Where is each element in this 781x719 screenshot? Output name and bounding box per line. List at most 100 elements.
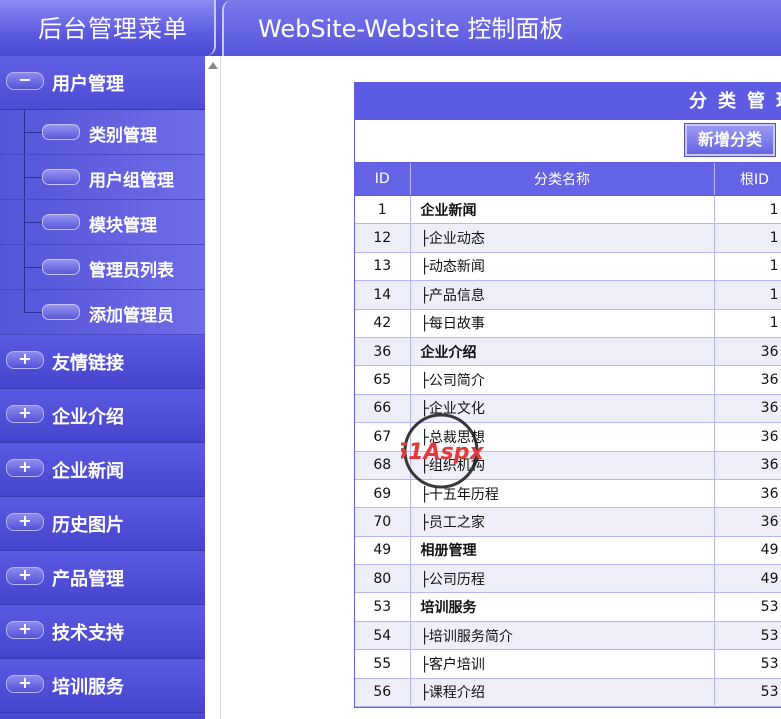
menu-title: 后台管理菜单 — [38, 15, 188, 43]
table-row[interactable]: 53 培训服务 53 — [355, 592, 781, 622]
table-row[interactable]: 42 ├每日故事 1 — [355, 309, 781, 338]
sidebar-submenu: 类别管理 用户组管理 模块管理 管理员列表 添加管理员 — [0, 110, 205, 335]
table-row[interactable]: 80 ├公司历程 49 — [355, 564, 781, 594]
sidebar-group-history-photos[interactable]: + 历史图片 — [0, 497, 205, 551]
cell-category-name: ├每日故事 — [410, 309, 715, 338]
sidebar-item-modules[interactable]: 模块管理 — [0, 200, 205, 245]
table-row[interactable]: 65 ├公司简介 36 — [355, 365, 781, 395]
category-panel: 分类管理 新增分类 ID 分类名称 根ID 1企业新闻112├企业动态113├动… — [354, 82, 781, 709]
cell-id: 53 — [355, 592, 411, 622]
sidebar-group-links[interactable]: + 友情链接 — [0, 335, 205, 389]
cell-category-name: 培训服务 — [410, 592, 715, 622]
sidebar-group-user-management[interactable]: − 用户管理 — [0, 56, 205, 110]
sidebar-item-label: 类别管理 — [89, 126, 157, 146]
sidebar-menu: − 用户管理 类别管理 用户组管理 模块管理 管理员列表 添加管理员 + 友情链… — [0, 56, 205, 719]
cell-root-id: 36 — [714, 365, 781, 395]
cell-root-id: 49 — [714, 564, 781, 594]
cell-id: 56 — [355, 678, 411, 708]
table-row[interactable]: 1 企业新闻 1 — [355, 195, 781, 225]
cell-category-name: ├员工之家 — [410, 507, 715, 537]
sidebar-group-label: 培训服务 — [52, 677, 124, 698]
cell-root-id: 53 — [714, 621, 781, 651]
cell-id: 14 — [355, 280, 411, 310]
cell-root-id: 36 — [714, 422, 781, 452]
collapse-icon[interactable]: − — [6, 70, 44, 90]
cell-category-name: 企业新闻 — [410, 195, 715, 225]
watermark-logo: 51Aspx — [401, 413, 484, 489]
sidebar-item-category-management[interactable]: 类别管理 — [0, 110, 205, 155]
cell-id: 49 — [355, 536, 411, 566]
table-row[interactable]: 36 企业介绍 36 — [355, 337, 781, 367]
pill-bullet-icon — [42, 304, 80, 320]
sidebar-group-tech-support[interactable]: + 技术支持 — [0, 605, 205, 659]
menu-title-bar: 后台管理菜单 — [0, 0, 216, 56]
cell-category-name: ├动态新闻 — [410, 252, 715, 282]
cell-root-id: 1 — [714, 252, 781, 282]
cell-id: 12 — [355, 223, 411, 253]
sidebar-item-user-groups[interactable]: 用户组管理 — [0, 155, 205, 200]
panel-title: 分类管理 — [689, 91, 781, 112]
sidebar-item-label: 模块管理 — [89, 216, 157, 236]
expand-icon[interactable]: + — [6, 403, 44, 423]
cell-id: 54 — [355, 621, 411, 651]
cell-root-id: 36 — [714, 394, 781, 424]
table-row[interactable]: 54 ├培训服务简介 53 — [355, 621, 781, 651]
panel-title-bar: WebSite-Website 控制面板 — [222, 0, 781, 56]
expand-icon[interactable]: + — [6, 349, 44, 369]
pill-bullet-icon — [42, 214, 80, 230]
cell-root-id: 36 — [714, 337, 781, 367]
cell-id: 13 — [355, 252, 411, 282]
sidebar-item-label: 管理员列表 — [89, 261, 174, 281]
cell-root-id: 1 — [714, 280, 781, 310]
cell-root-id: 36 — [714, 507, 781, 537]
cell-category-name: ├客户培训 — [410, 649, 715, 679]
sidebar-group-company-intro[interactable]: + 企业介绍 — [0, 389, 205, 443]
pill-bullet-icon — [42, 259, 80, 275]
expand-icon[interactable]: + — [6, 457, 44, 477]
sidebar-group-training[interactable]: + 培训服务 — [0, 659, 205, 713]
column-header-root-id: 根ID — [714, 163, 781, 196]
sidebar-group-label: 历史图片 — [52, 515, 124, 536]
table-row[interactable]: 56 ├课程介绍 53 — [355, 678, 781, 708]
cell-root-id: 36 — [714, 479, 781, 509]
scroll-up-icon[interactable] — [208, 62, 218, 69]
sidebar-group-company-news[interactable]: + 企业新闻 — [0, 443, 205, 497]
expand-icon[interactable]: + — [6, 673, 44, 693]
sidebar-scrollbar[interactable] — [205, 56, 221, 719]
cell-root-id: 53 — [714, 649, 781, 679]
expand-icon[interactable]: + — [6, 619, 44, 639]
pill-bullet-icon — [42, 124, 80, 140]
cell-root-id: 1 — [714, 195, 781, 225]
cell-category-name: ├企业动态 — [410, 223, 715, 253]
table-row[interactable]: 70 ├员工之家 36 — [355, 507, 781, 537]
cell-category-name: ├公司简介 — [410, 365, 715, 395]
sidebar-group-label: 友情链接 — [52, 353, 124, 374]
sidebar-group-label: 产品管理 — [52, 569, 124, 590]
cell-category-name: ├课程介绍 — [410, 678, 715, 708]
table-row[interactable]: 49 相册管理 49 — [355, 536, 781, 566]
sidebar-item-add-admin[interactable]: 添加管理员 — [0, 290, 205, 335]
cell-category-name: ├公司历程 — [410, 564, 715, 594]
table-row[interactable]: 13 ├动态新闻 1 — [355, 252, 781, 282]
table-row[interactable]: 14 ├产品信息 1 — [355, 280, 781, 310]
cell-id: 1 — [355, 195, 411, 225]
cell-id: 80 — [355, 564, 411, 594]
cell-category-name: ├培训服务简介 — [410, 621, 715, 651]
add-category-button[interactable]: 新增分类 — [684, 123, 776, 157]
cell-category-name: 企业介绍 — [410, 337, 715, 367]
sidebar-item-label: 用户组管理 — [89, 171, 174, 191]
cell-category-name: 相册管理 — [410, 536, 715, 566]
cell-id: 65 — [355, 365, 411, 395]
table-row[interactable]: 12 ├企业动态 1 — [355, 223, 781, 253]
expand-icon[interactable]: + — [6, 565, 44, 585]
sidebar-item-admin-list[interactable]: 管理员列表 — [0, 245, 205, 290]
panel-heading: 分类管理 — [355, 83, 781, 120]
sidebar-group-label: 用户管理 — [52, 74, 124, 95]
cell-root-id: 49 — [714, 536, 781, 566]
cell-root-id: 1 — [714, 223, 781, 253]
expand-icon[interactable]: + — [6, 511, 44, 531]
sidebar-group-products[interactable]: + 产品管理 — [0, 551, 205, 605]
cell-root-id: 53 — [714, 592, 781, 622]
column-header-id: ID — [355, 163, 411, 196]
table-row[interactable]: 55 ├客户培训 53 — [355, 649, 781, 679]
